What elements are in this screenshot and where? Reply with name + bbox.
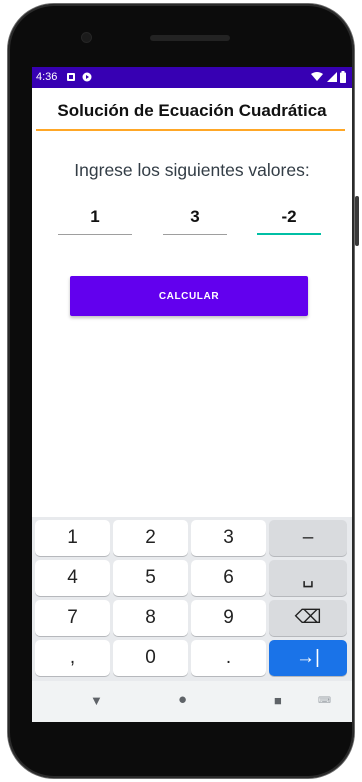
key-6[interactable]: 6 (191, 560, 266, 596)
key-0[interactable]: 0 (113, 640, 188, 676)
title-divider (36, 129, 345, 131)
key-7[interactable]: 7 (35, 600, 110, 636)
coefficient-c-underline-focused (257, 233, 321, 235)
key-minus[interactable]: – (269, 520, 347, 556)
page-title: Solución de Ecuación Cuadrática (57, 101, 327, 120)
sim-card-icon (67, 73, 75, 81)
coefficient-a-input[interactable]: 1 (58, 207, 132, 237)
calculate-button[interactable]: CALCULAR (70, 276, 308, 316)
key-1[interactable]: 1 (35, 520, 110, 556)
instructions-label: Ingrese los siguientes valores: (74, 160, 310, 180)
key-9[interactable]: 9 (191, 600, 266, 636)
battery-icon (340, 71, 346, 83)
front-camera (82, 33, 91, 42)
google-play-icon (82, 72, 92, 82)
status-bar: 4:36 (32, 67, 352, 88)
signal-icon (327, 72, 337, 82)
back-icon[interactable]: ▼ (90, 693, 103, 708)
key-5[interactable]: 5 (113, 560, 188, 596)
navigation-bar: ▼ ● ■ ⌨ (32, 681, 352, 722)
status-time: 4:36 (36, 71, 58, 83)
key-period[interactable]: . (191, 640, 266, 676)
key-comma[interactable]: , (35, 640, 110, 676)
key-3[interactable]: 3 (191, 520, 266, 556)
key-4[interactable]: 4 (35, 560, 110, 596)
coefficient-a-underline (58, 234, 132, 235)
recents-icon[interactable]: ■ (274, 693, 282, 708)
power-button (355, 196, 359, 246)
key-2[interactable]: 2 (113, 520, 188, 556)
key-8[interactable]: 8 (113, 600, 188, 636)
next-field-key-icon[interactable]: →| (269, 640, 347, 676)
keyboard-switch-icon[interactable]: ⌨ (318, 695, 331, 706)
app-bar: Solución de Ecuación Cuadrática (32, 88, 352, 131)
screen: 4:36 Solución de Ecuación Cuadrática Ing… (32, 67, 352, 722)
coefficient-b-underline (163, 234, 227, 235)
coefficient-b-input[interactable]: 3 (163, 207, 227, 237)
wifi-icon (311, 72, 323, 81)
home-icon[interactable]: ● (178, 691, 187, 708)
earpiece-speaker (150, 35, 230, 41)
space-key-icon[interactable]: ␣ (269, 560, 347, 596)
numeric-keyboard: 1 2 3 – 4 5 6 ␣ 7 8 9 ⌫ , 0 . →| (32, 517, 352, 681)
backspace-key-icon[interactable]: ⌫ (269, 600, 347, 636)
